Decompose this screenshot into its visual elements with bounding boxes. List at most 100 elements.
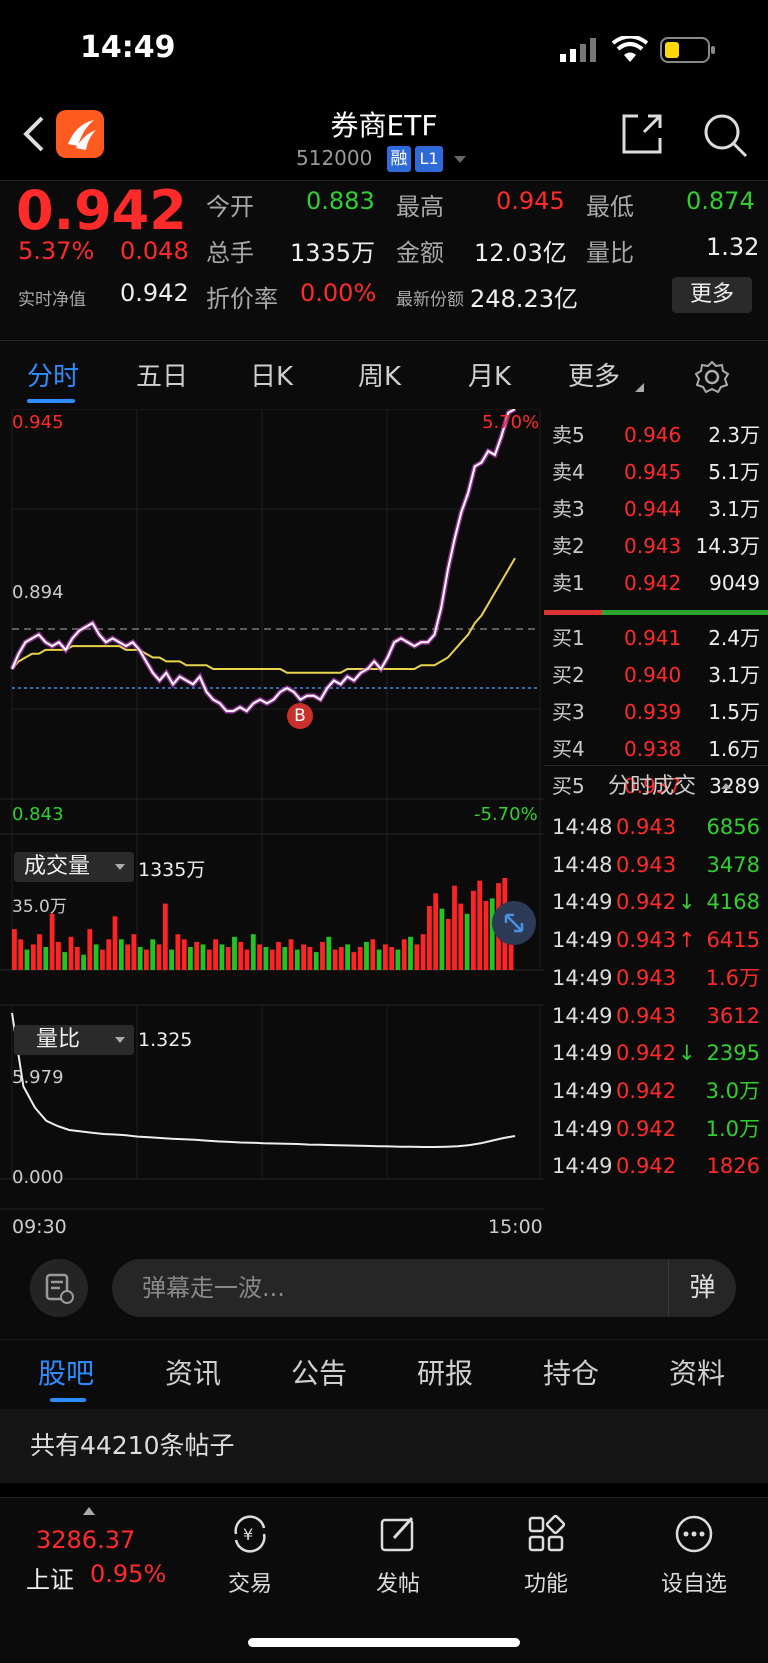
danmu-send-button[interactable]: 弹: [668, 1259, 736, 1317]
posts-count-row[interactable]: 共有44210条帖子: [0, 1409, 768, 1483]
tab-week-k[interactable]: 周K: [358, 359, 401, 395]
tab-more[interactable]: 更多: [568, 359, 620, 395]
volume-bar: [188, 947, 193, 970]
ticks-title[interactable]: 分时成交: [608, 769, 696, 805]
tab-profile[interactable]: 资料: [669, 1354, 725, 1394]
danmu-toggle-icon[interactable]: [30, 1259, 88, 1317]
tick-volume: 4168: [706, 890, 760, 915]
level-label: 卖5: [552, 423, 585, 447]
tick-volume: 1.6万: [705, 965, 760, 990]
volume-label: 总手: [206, 239, 254, 267]
volume-indicator-select[interactable]: 成交量: [14, 852, 134, 882]
tab-month-k[interactable]: 月K: [468, 359, 511, 395]
volume-bar: [383, 944, 388, 970]
order-book-row[interactable]: 卖1 0.942 9049: [544, 565, 768, 602]
order-book-row[interactable]: 买2 0.940 3.1万: [544, 657, 768, 694]
volume-bar: [106, 939, 112, 970]
danmu-input[interactable]: 弹幕走一波... 弹: [112, 1259, 736, 1317]
open-label: 今开: [206, 193, 254, 221]
level-volume: 9049: [709, 571, 760, 595]
tab-announcements[interactable]: 公告: [291, 1354, 347, 1394]
price-line-glow: [9, 406, 517, 715]
volume-bar: [87, 929, 93, 970]
order-book-row[interactable]: 卖2 0.943 14.3万: [544, 528, 768, 565]
volume-bar: [81, 954, 86, 970]
tick-volume: 3.0万: [705, 1078, 760, 1103]
tab-day-k[interactable]: 日K: [250, 359, 293, 395]
volume-bar: [56, 941, 61, 970]
volume-bar: [477, 880, 483, 970]
share-icon[interactable]: [620, 112, 664, 156]
tick-price: 0.943: [616, 815, 677, 839]
volume-bar: [357, 947, 363, 970]
tab-research[interactable]: 研报: [417, 1354, 473, 1394]
volume-indicator-label: 成交量: [24, 854, 91, 879]
danmu-placeholder: 弹幕走一波...: [142, 1274, 285, 1302]
order-book-row[interactable]: 卖3 0.944 3.1万: [544, 491, 768, 528]
tab-holdings[interactable]: 持仓: [543, 1354, 599, 1394]
nav-trade[interactable]: ¥ 交易: [180, 1512, 320, 1598]
order-book-row[interactable]: 买3 0.939 1.5万: [544, 694, 768, 731]
pct-bottom-label: -5.70%: [474, 804, 538, 825]
nav-post[interactable]: 发帖: [328, 1512, 468, 1598]
volume-bar: [257, 944, 262, 970]
volume-bar: [433, 893, 439, 970]
more-button[interactable]: 更多: [672, 277, 752, 313]
expand-icon[interactable]: [492, 901, 536, 945]
caret-up-icon[interactable]: [82, 1506, 96, 1516]
tick-volume: 3612: [706, 1003, 760, 1028]
nav-watchlist[interactable]: 设自选: [624, 1512, 764, 1598]
tab-intraday[interactable]: 分时: [27, 359, 79, 395]
gear-icon[interactable]: [694, 359, 730, 395]
tick-price: 0.942: [616, 1041, 677, 1066]
chart-area[interactable]: 0.945 5.70% 0.894 0.843 -5.70% B 成交量 133…: [0, 406, 544, 1239]
volume-bar: [206, 949, 212, 970]
volume-bar: [12, 929, 17, 970]
index-name[interactable]: 上证: [26, 1560, 74, 1595]
tick-time: 14:49: [552, 1154, 613, 1179]
order-book-row[interactable]: 卖4 0.945 5.1万: [544, 454, 768, 491]
volume-value: 1335万: [290, 239, 376, 267]
nav-post-label: 发帖: [375, 1572, 420, 1597]
ratio-indicator-select[interactable]: 量比: [14, 1025, 134, 1055]
volume-bar: [200, 944, 206, 970]
volume-bar: [307, 947, 313, 970]
level-label: 买2: [552, 663, 585, 687]
volume-bar: [364, 941, 369, 970]
tick-price: 0.943: [616, 965, 677, 990]
volume-bar: [483, 901, 489, 970]
tab-five-day[interactable]: 五日: [136, 359, 188, 395]
pct-top-label: 5.70%: [482, 412, 540, 433]
volume-bar: [301, 944, 306, 970]
volume-bar: [219, 944, 225, 970]
level-price: 0.945: [624, 460, 682, 484]
chevron-down-icon[interactable]: [452, 154, 468, 166]
search-icon[interactable]: [702, 112, 748, 158]
volume-bar: [93, 944, 99, 970]
nav-functions[interactable]: 功能: [476, 1512, 616, 1598]
volume-bar: [370, 939, 376, 970]
intraday-chart[interactable]: [0, 406, 544, 1239]
tab-forum[interactable]: 股吧: [38, 1354, 94, 1394]
tick-price: 0.942: [616, 1154, 677, 1179]
tick-row: 14:49 0.942 ↓ 4168: [544, 882, 768, 922]
level-volume: 14.3万: [695, 534, 760, 558]
ask-portion: [544, 610, 602, 615]
tick-volume: 6856: [706, 815, 760, 839]
index-pct[interactable]: 0.95%: [90, 1560, 166, 1588]
order-book-row[interactable]: 卖5 0.946 2.3万: [544, 417, 768, 454]
tab-news[interactable]: 资讯: [165, 1354, 221, 1394]
order-book: 卖5 0.946 2.3万 卖4 0.945 5.1万 卖3 0.944 3.1万 卖2 0.943…: [544, 409, 768, 1239]
order-book-row[interactable]: 买1 0.941 2.4万: [544, 620, 768, 657]
more-dots-icon: [675, 1515, 713, 1553]
volume-bar: [30, 944, 36, 970]
index-value[interactable]: 3286.37: [36, 1526, 135, 1554]
tick-volume: 2395: [706, 1041, 760, 1066]
tick-time: 14:49: [552, 1041, 613, 1066]
volume-bar: [194, 941, 200, 970]
level-volume: 5.1万: [708, 460, 760, 484]
home-indicator: [248, 1638, 520, 1647]
buy-marker[interactable]: B: [287, 703, 313, 729]
volume-bar: [112, 916, 118, 970]
order-book-row[interactable]: 买4 0.938 1.6万: [544, 731, 768, 768]
